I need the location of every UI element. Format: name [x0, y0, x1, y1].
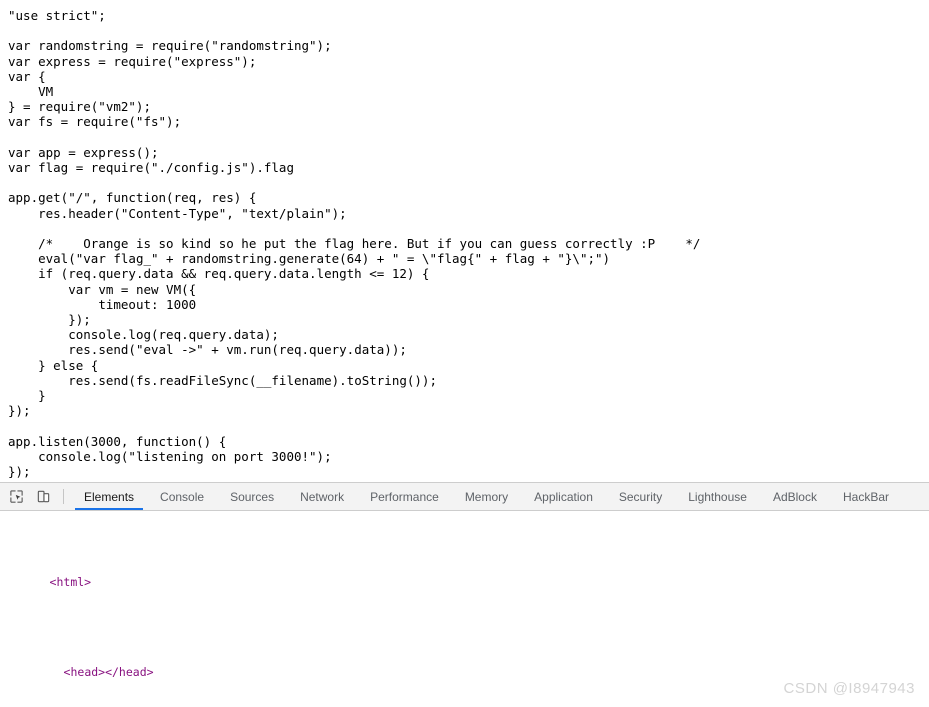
tab-elements-label: Elements	[84, 489, 135, 504]
dom-tag-head: <head></head>	[63, 665, 154, 679]
tab-lighthouse-label: Lighthouse	[688, 489, 747, 504]
tab-hackbar[interactable]: HackBar	[830, 483, 902, 510]
inspect-element-icon-svg	[10, 490, 23, 503]
tab-security[interactable]: Security	[606, 483, 675, 510]
devtools-panel: Elements Console Sources Network Perform…	[0, 482, 929, 707]
inspect-element-icon[interactable]	[3, 483, 30, 510]
tab-security-label: Security	[618, 489, 663, 504]
tab-adblock-label: AdBlock	[772, 489, 817, 504]
tab-network[interactable]: Network	[287, 483, 357, 510]
toolbar-separator	[63, 489, 64, 504]
tab-network-label: Network	[300, 489, 345, 504]
tab-sources-label: Sources	[230, 489, 275, 504]
elements-dom-tree[interactable]: <html> <head></head> ▼<body class="vsc-i…	[0, 511, 929, 707]
tab-elements[interactable]: Elements	[71, 483, 147, 510]
devtools-toolbar: Elements Console Sources Network Perform…	[0, 483, 929, 511]
tab-memory[interactable]: Memory	[452, 483, 521, 510]
tab-performance[interactable]: Performance	[357, 483, 452, 510]
tab-application[interactable]: Application	[521, 483, 606, 510]
tab-performance-label: Performance	[370, 489, 439, 504]
csdn-watermark: CSDN @I8947943	[783, 680, 915, 697]
device-toolbar-icon-svg	[37, 490, 50, 503]
tab-console[interactable]: Console	[147, 483, 217, 510]
tab-lighthouse[interactable]: Lighthouse	[675, 483, 760, 510]
dom-node-html-open[interactable]: <html>	[0, 560, 929, 605]
devtools-tab-bar: Elements Console Sources Network Perform…	[71, 483, 902, 510]
tab-sources[interactable]: Sources	[217, 483, 287, 510]
dom-tag-html: <html>	[49, 575, 92, 589]
tab-hackbar-label: HackBar	[842, 489, 889, 504]
tab-application-label: Application	[534, 489, 593, 504]
source-code-pre: "use strict"; var randomstring = require…	[8, 8, 701, 480]
device-toolbar-icon[interactable]	[30, 483, 57, 510]
tab-memory-label: Memory	[464, 489, 509, 504]
page-content-area: "use strict"; var randomstring = require…	[0, 0, 929, 482]
tab-console-label: Console	[160, 489, 205, 504]
tab-adblock[interactable]: AdBlock	[760, 483, 830, 510]
